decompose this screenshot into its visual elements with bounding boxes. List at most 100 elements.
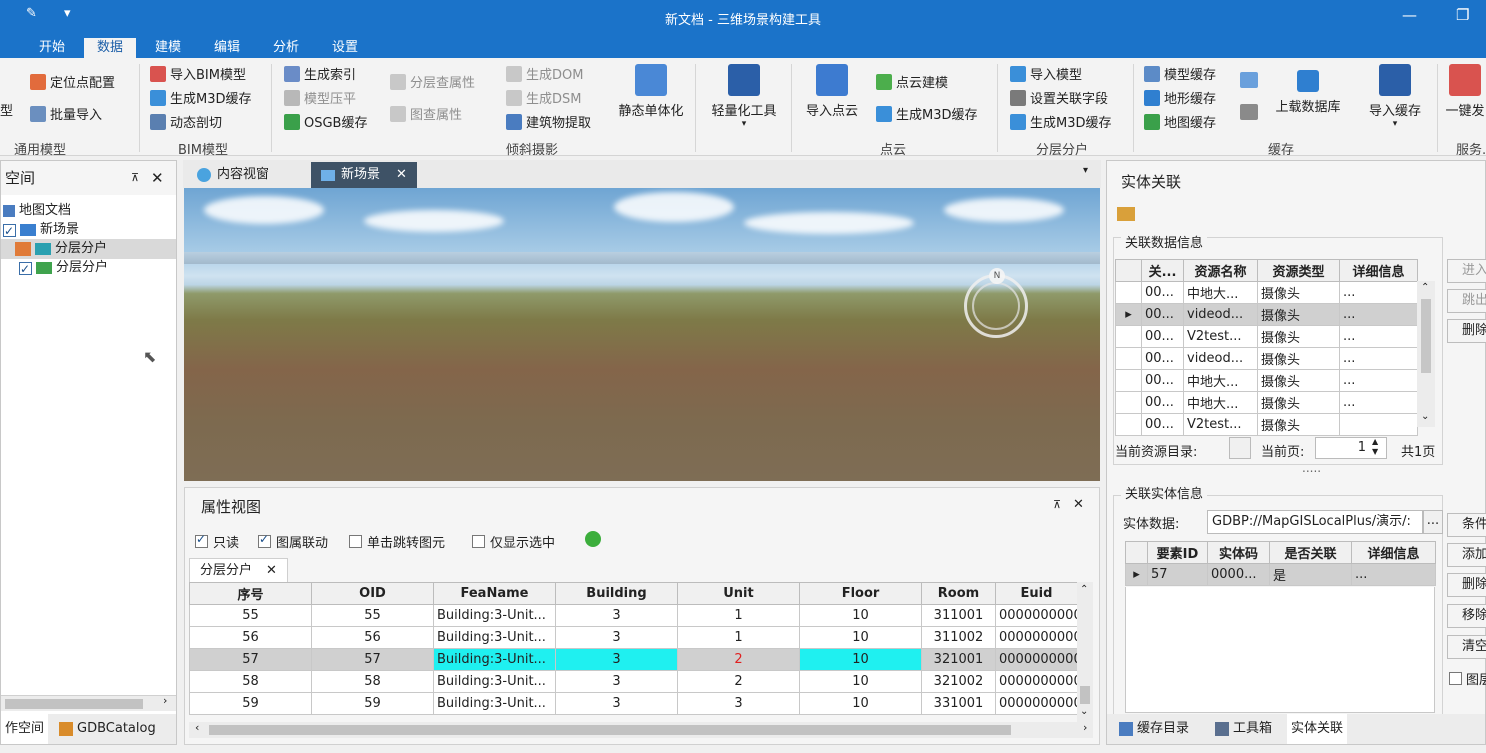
tab-content-view[interactable]: 内容视窗: [187, 162, 279, 188]
tree-item-layer-1[interactable]: 分层分户: [1, 239, 176, 259]
column-header[interactable]: 资源名称: [1183, 259, 1258, 282]
pointcloud-modeling-button[interactable]: 点云建模: [876, 72, 948, 91]
table-cell[interactable]: Building:3-Unit...: [433, 670, 556, 693]
table-cell[interactable]: 00...: [1141, 413, 1184, 436]
stepper-arrows-icon[interactable]: ▲ ▼: [1372, 437, 1378, 457]
scrollbar-thumb[interactable]: [209, 725, 1011, 735]
scrollbar-thumb[interactable]: [1080, 686, 1090, 704]
tab-edit[interactable]: 编辑: [201, 38, 253, 58]
table-cell[interactable]: Building:3-Unit...: [433, 604, 556, 627]
one-click-publish-button[interactable]: 一键发: [1444, 64, 1486, 119]
table-cell[interactable]: 摄像头: [1257, 347, 1340, 370]
table-cell[interactable]: 10: [799, 604, 922, 627]
table-cell[interactable]: 2: [677, 670, 800, 693]
table-cell[interactable]: Building:3-Unit...: [433, 648, 556, 671]
table-row[interactable]: 00... V2test... 摄像头...: [1115, 325, 1418, 348]
column-header[interactable]: 实体码: [1207, 541, 1270, 564]
scrollbar-thumb[interactable]: [5, 699, 143, 709]
table-cell[interactable]: videod...: [1183, 347, 1258, 370]
tree-item-scene[interactable]: 新场景: [3, 220, 79, 241]
horizontal-scrollbar[interactable]: ‹ ›: [189, 721, 1093, 738]
table-cell[interactable]: V2test...: [1183, 325, 1258, 348]
add-button[interactable]: 添加: [1447, 543, 1486, 567]
tree-item-layer-2[interactable]: 分层分户: [19, 258, 108, 279]
table-cell[interactable]: 00...: [1141, 391, 1184, 414]
import-model-button[interactable]: 导入模型: [1010, 64, 1082, 83]
table-cell[interactable]: videod...: [1183, 303, 1258, 326]
table-cell[interactable]: 00...: [1141, 281, 1184, 304]
table-cell[interactable]: 摄像头: [1257, 391, 1340, 414]
table-cell[interactable]: 0000000000: [995, 648, 1078, 671]
table-cell[interactable]: 00...: [1141, 347, 1184, 370]
table-row[interactable]: 00... videod... 摄像头...: [1115, 347, 1418, 370]
tab-data[interactable]: 数据: [84, 38, 137, 58]
table-row[interactable]: 00... 中地大... 摄像头...: [1115, 369, 1418, 392]
map-cache-button[interactable]: 地图缓存: [1144, 112, 1216, 131]
layer-query-attr-button[interactable]: 分层查属性: [390, 72, 475, 91]
column-header[interactable]: 详细信息: [1339, 259, 1418, 282]
table-cell[interactable]: V2test...: [1183, 413, 1258, 436]
import-bim-button[interactable]: 导入BIM模型: [150, 64, 246, 83]
table-cell[interactable]: 311002: [921, 626, 996, 649]
terrain-cache-button[interactable]: 地形缓存: [1144, 88, 1216, 107]
assoc-entity-table[interactable]: 要素ID 实体码 是否关联 详细信息 ▸ 57 0000... 是...: [1125, 541, 1436, 586]
table-cell[interactable]: 59: [311, 692, 434, 715]
table-cell[interactable]: 中地大...: [1183, 281, 1258, 304]
scroll-down-icon[interactable]: ⌄: [1421, 411, 1429, 422]
table-cell[interactable]: 中地大...: [1183, 369, 1258, 392]
tab-list-dropdown-icon[interactable]: ▾: [1083, 165, 1088, 176]
table-row[interactable]: ▸ 00... videod... 摄像头...: [1115, 303, 1418, 326]
table-cell[interactable]: 10: [799, 670, 922, 693]
table-cell[interactable]: ...: [1339, 369, 1418, 392]
table-cell[interactable]: 3: [677, 692, 800, 715]
delete-entity-button[interactable]: 删除: [1447, 573, 1486, 597]
current-dir-box[interactable]: [1229, 437, 1251, 459]
table-cell[interactable]: 3: [555, 670, 678, 693]
building-extract-button[interactable]: 建筑物提取: [506, 112, 591, 131]
table-cell[interactable]: 00...: [1141, 303, 1184, 326]
generate-m3d-bim-button[interactable]: 生成M3D缓存: [150, 88, 252, 107]
table-cell[interactable]: 10: [799, 692, 922, 715]
tab-toolbox[interactable]: 工具箱: [1211, 714, 1276, 744]
enter-button[interactable]: 进入: [1447, 259, 1486, 283]
close-icon[interactable]: ✕: [151, 161, 164, 195]
table-cell[interactable]: ...: [1351, 563, 1436, 586]
refresh-icon[interactable]: [585, 531, 601, 547]
table-cell[interactable]: 0000000000: [995, 604, 1078, 627]
scroll-up-icon[interactable]: ⌃: [1080, 584, 1088, 595]
table-row[interactable]: 55 55 Building:3-Unit... 3 1 10 311001 00000000…: [189, 604, 1078, 627]
column-header[interactable]: Room: [921, 582, 996, 605]
table-cell[interactable]: 56: [311, 626, 434, 649]
table-cell[interactable]: ...: [1339, 325, 1418, 348]
table-cell[interactable]: 1: [677, 626, 800, 649]
column-header[interactable]: OID: [311, 582, 434, 605]
table-cell[interactable]: 55: [311, 604, 434, 627]
cache-tool-icon-b[interactable]: [1240, 104, 1258, 120]
model-flatten-button[interactable]: 模型压平: [284, 88, 356, 107]
table-cell[interactable]: ...: [1339, 347, 1418, 370]
column-header[interactable]: 序号: [189, 582, 312, 605]
column-header[interactable]: 关...: [1141, 259, 1184, 282]
restore-icon[interactable]: ❐: [1456, 6, 1469, 24]
column-header[interactable]: 要素ID: [1147, 541, 1208, 564]
tab-start[interactable]: 开始: [26, 38, 78, 58]
cache-tool-icon-a[interactable]: [1240, 72, 1258, 88]
entity-data-field[interactable]: GDBP://MapGISLocalPlus/演示/:: [1207, 510, 1423, 534]
table-cell[interactable]: 摄像头: [1257, 303, 1340, 326]
horizontal-scrollbar[interactable]: ›: [1, 694, 176, 711]
data-table-icon[interactable]: [1117, 207, 1135, 221]
layered-m3d-button[interactable]: 生成M3D缓存: [1010, 112, 1112, 131]
generate-dom-button[interactable]: 生成DOM: [506, 64, 583, 83]
clear-button[interactable]: 清空: [1447, 635, 1486, 659]
splitter-handle[interactable]: .....: [1302, 461, 1321, 475]
table-cell[interactable]: 55: [189, 604, 312, 627]
table-cell[interactable]: 摄像头: [1257, 325, 1340, 348]
current-page-stepper[interactable]: 1 ▲ ▼: [1315, 437, 1387, 459]
table-cell[interactable]: 321002: [921, 670, 996, 693]
import-pointcloud-button[interactable]: 导入点云: [800, 64, 864, 119]
table-cell[interactable]: ...: [1339, 281, 1418, 304]
scroll-up-icon[interactable]: ⌃: [1421, 282, 1429, 293]
table-cell[interactable]: ...: [1339, 303, 1418, 326]
column-header[interactable]: Euid: [995, 582, 1078, 605]
osgb-cache-button[interactable]: OSGB缓存: [284, 112, 367, 131]
